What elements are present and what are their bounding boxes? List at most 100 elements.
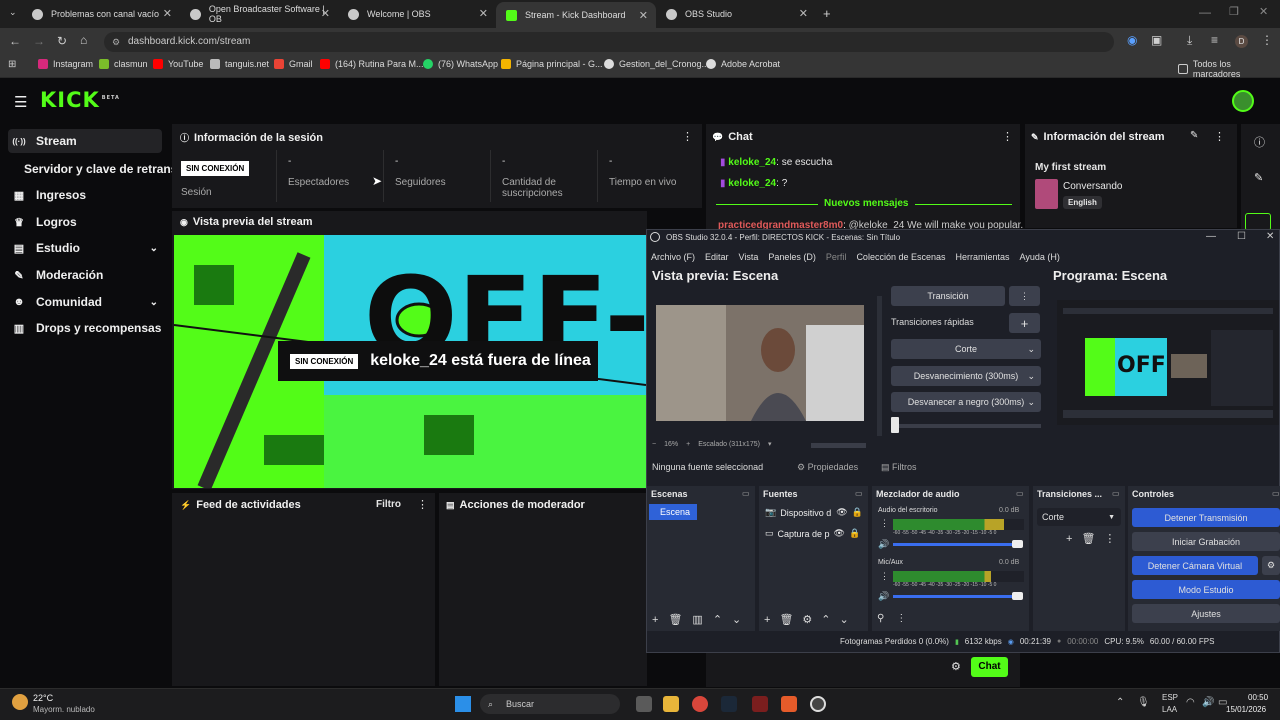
add-quick-transition-icon[interactable]: + xyxy=(1009,313,1040,333)
browser-tab[interactable]: Problemas con canal vacío ✕ xyxy=(22,0,180,28)
scene-item[interactable]: Escena xyxy=(649,504,697,520)
arrow-down-icon[interactable]: ⌄ xyxy=(840,613,849,626)
sidebar-item-moderacion[interactable]: ✎ Moderación xyxy=(8,263,162,287)
menu-vista[interactable]: Vista xyxy=(739,252,759,262)
sidebar-item-drops[interactable]: ▥ Drops y recompensas xyxy=(8,316,162,340)
speaker-icon[interactable]: 🔊 xyxy=(1202,697,1214,708)
transition-menu-icon[interactable]: ⋮ xyxy=(1104,532,1115,545)
eye-icon[interactable]: 👁 xyxy=(836,507,847,518)
add-icon[interactable]: + xyxy=(1066,533,1072,545)
menu-coleccion[interactable]: Colección de Escenas xyxy=(856,252,945,262)
bookmark-youtube[interactable]: YouTube xyxy=(153,59,203,69)
menu-ayuda[interactable]: Ayuda (H) xyxy=(1020,252,1060,262)
bookmark-tanguis[interactable]: tanguis.net xyxy=(210,59,269,69)
scale-dropdown-icon[interactable]: ▾ xyxy=(768,440,772,448)
input-language[interactable]: ESP xyxy=(1162,693,1178,702)
filters-button[interactable]: ▤ Filtros xyxy=(881,462,917,473)
category-name[interactable]: Conversando xyxy=(1063,181,1122,192)
sidebar-item-comunidad[interactable]: ☻ Comunidad ⌄ xyxy=(8,290,162,314)
pencil-icon[interactable]: ✎ xyxy=(1254,171,1263,184)
menu-paneles[interactable]: Paneles (D) xyxy=(768,252,816,262)
bookmark-acrobat[interactable]: Adobe Acrobat xyxy=(706,59,780,69)
extensions-icon[interactable]: ▣ xyxy=(1151,33,1162,47)
obs-taskbar-icon[interactable] xyxy=(810,696,826,712)
bookmark-gmail[interactable]: Gmail xyxy=(274,59,313,69)
menu-perfil[interactable]: Perfil xyxy=(826,252,847,262)
chat-settings-icon[interactable]: ⚙ xyxy=(951,660,961,673)
browser-tab-active[interactable]: Stream - Kick Dashboard ✕ xyxy=(496,2,656,28)
quick-transition-fade-black[interactable]: Desvanecer a negro (300ms) ⌄ xyxy=(891,392,1041,412)
filter-button[interactable]: Filtro xyxy=(376,499,401,510)
obs-maximize-icon[interactable]: ☐ xyxy=(1237,231,1246,242)
preview-scroll-handle[interactable] xyxy=(877,296,882,436)
obs-minimize-icon[interactable]: — xyxy=(1206,231,1216,242)
browser-tab[interactable]: OBS Studio ✕ xyxy=(656,0,816,28)
sidebar-item-ingresos[interactable]: ▦ Ingresos xyxy=(8,183,162,207)
back-icon[interactable]: ← xyxy=(9,34,21,48)
arrow-down-icon[interactable]: ⌄ xyxy=(732,613,741,626)
stop-virtual-camera-button[interactable]: Detener Cámara Virtual xyxy=(1132,556,1258,575)
preview-scrollbar[interactable] xyxy=(811,443,866,448)
restore-icon[interactable]: ❐ xyxy=(1229,5,1239,18)
apps-grid-icon[interactable]: ⊞ xyxy=(8,59,16,70)
hamburger-menu-icon[interactable]: ☰ xyxy=(14,93,27,111)
browser-tab[interactable]: Welcome | OBS ✕ xyxy=(338,0,496,28)
arrow-up-icon[interactable]: ⌃ xyxy=(713,613,722,626)
user-avatar[interactable] xyxy=(1232,90,1254,112)
dock-float-icon[interactable]: ▭ xyxy=(855,489,863,498)
menu-archivo[interactable]: Archivo (F) xyxy=(651,252,695,262)
tbar-slider[interactable] xyxy=(891,417,899,433)
properties-button[interactable]: ⚙ Propiedades xyxy=(797,462,858,473)
zoom-out-icon[interactable]: − xyxy=(652,441,656,448)
arrow-up-icon[interactable]: ⌃ xyxy=(821,613,830,626)
quick-transition-cut[interactable]: Corte ⌄ xyxy=(891,339,1041,359)
close-tab-icon[interactable]: ✕ xyxy=(321,7,330,20)
trash-icon[interactable]: 🗑 xyxy=(1081,532,1095,545)
obs-close-icon[interactable]: ✕ xyxy=(1266,231,1274,242)
sidebar-item-stream[interactable]: ((·)) Stream xyxy=(8,129,162,153)
profile-avatar[interactable]: D xyxy=(1235,35,1248,48)
weather-temp[interactable]: 22°C xyxy=(33,693,53,703)
quick-transition-fade[interactable]: Desvanecimiento (300ms) ⌄ xyxy=(891,366,1041,386)
dock-float-icon[interactable]: ▭ xyxy=(1016,489,1024,498)
tray-expand-icon[interactable]: ⌃ xyxy=(1116,697,1124,708)
settings-button[interactable]: Ajustes xyxy=(1132,604,1280,623)
volume-icon[interactable]: 🔊 xyxy=(878,539,889,550)
site-info-icon[interactable]: ⚙ xyxy=(112,32,120,52)
source-item[interactable]: ▭ Captura de p 👁 🔒 xyxy=(765,528,860,539)
cast-icon[interactable]: ◉ xyxy=(1127,33,1137,47)
weather-icon[interactable] xyxy=(12,694,28,710)
chat-username[interactable]: keloke_24 xyxy=(728,178,776,189)
brave-icon[interactable] xyxy=(781,696,797,712)
menu-editar[interactable]: Editar xyxy=(705,252,729,262)
all-bookmarks[interactable]: Todos los marcadores xyxy=(1178,59,1280,79)
activity-menu-icon[interactable]: ⋮ xyxy=(417,498,428,511)
lock-icon[interactable]: 🔒 xyxy=(849,528,860,539)
filter-icon[interactable]: ▥ xyxy=(692,613,702,626)
category-thumbnail[interactable] xyxy=(1035,179,1058,209)
obs-preview-canvas[interactable] xyxy=(656,305,864,421)
transition-options-icon[interactable]: ⋮ xyxy=(1009,286,1040,306)
virtual-camera-settings-icon[interactable]: ⚙ xyxy=(1262,556,1280,575)
zoom-in-icon[interactable]: + xyxy=(686,441,690,448)
bookmark-drive[interactable]: Página principal - G... xyxy=(501,59,603,69)
bookmark-gestion[interactable]: Gestion_del_Cronog... xyxy=(604,59,709,69)
mixer-menu-icon[interactable]: ⋮ xyxy=(896,613,906,624)
transition-button[interactable]: Transición xyxy=(891,286,1005,306)
volume-slider-track[interactable] xyxy=(893,543,1023,546)
trash-icon[interactable]: 🗑 xyxy=(668,613,682,626)
sidebar-item-logros[interactable]: ♛ Logros xyxy=(8,210,162,234)
edit-icon[interactable]: ✎ xyxy=(1190,130,1198,141)
bookmark-rutina[interactable]: (164) Rutina Para M... xyxy=(320,59,424,69)
link-icon[interactable]: ⚲ xyxy=(877,613,884,624)
start-recording-button[interactable]: Iniciar Grabación xyxy=(1132,532,1280,551)
file-explorer-icon[interactable] xyxy=(663,696,679,712)
sidebar-item-server-key[interactable]: Servidor y clave de retransmisión xyxy=(20,157,175,181)
channel-menu-icon[interactable]: ⋮ xyxy=(880,571,889,582)
kick-logo[interactable]: KICK BETA xyxy=(40,88,120,112)
bookmark-instagram[interactable]: Instagram xyxy=(38,59,93,69)
taskbar-search[interactable]: ⌕ Buscar xyxy=(480,694,620,714)
eye-icon[interactable]: 👁 xyxy=(834,528,845,539)
bookmark-clasmun[interactable]: clasmun xyxy=(99,59,148,69)
url-field[interactable]: ⚙ dashboard.kick.com/stream xyxy=(104,32,1114,52)
